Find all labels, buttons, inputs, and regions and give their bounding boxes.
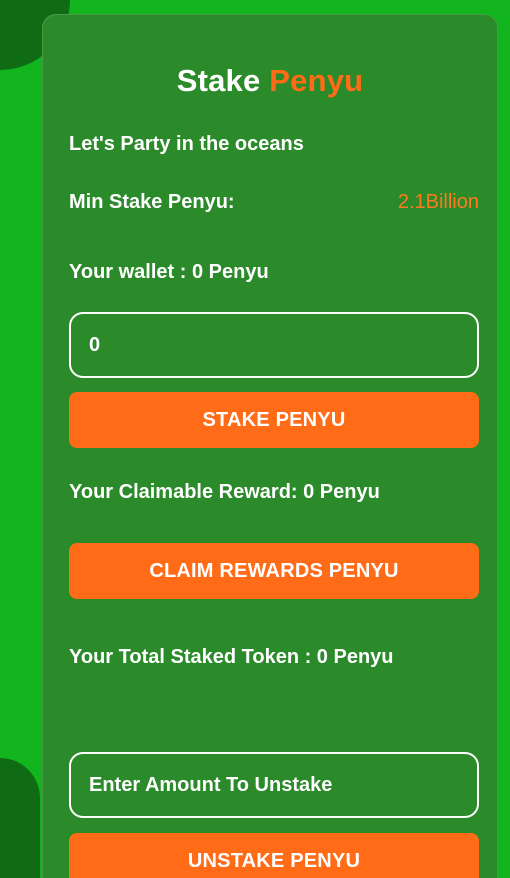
unstake-button-label: UNSTAKE PENYU: [187, 849, 361, 872]
wallet-balance: Your wallet : 0 Penyu: [69, 261, 269, 283]
page-title: Stake Penyu: [43, 63, 497, 99]
stake-button-label: STAKE PENYU: [202, 408, 346, 431]
stake-button[interactable]: STAKE PENYU: [69, 392, 479, 448]
min-stake-value: 2.1Billion: [397, 191, 479, 213]
tagline: Let's Party in the oceans: [69, 133, 304, 155]
unstake-amount-input[interactable]: Enter Amount To Unstake: [69, 752, 479, 818]
claim-button-label: CLAIM REWARDS PENYU: [149, 559, 399, 582]
title-accent: Penyu: [269, 63, 364, 98]
min-stake-row: Min Stake Penyu: 2.1Billion: [69, 191, 479, 215]
corner-decoration: [0, 758, 40, 878]
unstake-input-placeholder: Enter Amount To Unstake: [89, 773, 333, 796]
stake-card: Stake Penyu Let's Party in the oceans Mi…: [42, 14, 498, 878]
min-stake-label: Min Stake Penyu:: [69, 191, 235, 213]
title-main: Stake: [176, 63, 261, 98]
stake-input-value: 0: [89, 333, 101, 356]
claim-rewards-button[interactable]: CLAIM REWARDS PENYU: [69, 543, 479, 599]
page: Stake Penyu Let's Party in the oceans Mi…: [0, 0, 510, 878]
stake-amount-input[interactable]: 0: [69, 312, 479, 378]
unstake-button[interactable]: UNSTAKE PENYU: [69, 833, 479, 878]
total-staked: Your Total Staked Token : 0 Penyu: [69, 646, 394, 668]
claimable-reward: Your Claimable Reward: 0 Penyu: [69, 481, 380, 503]
